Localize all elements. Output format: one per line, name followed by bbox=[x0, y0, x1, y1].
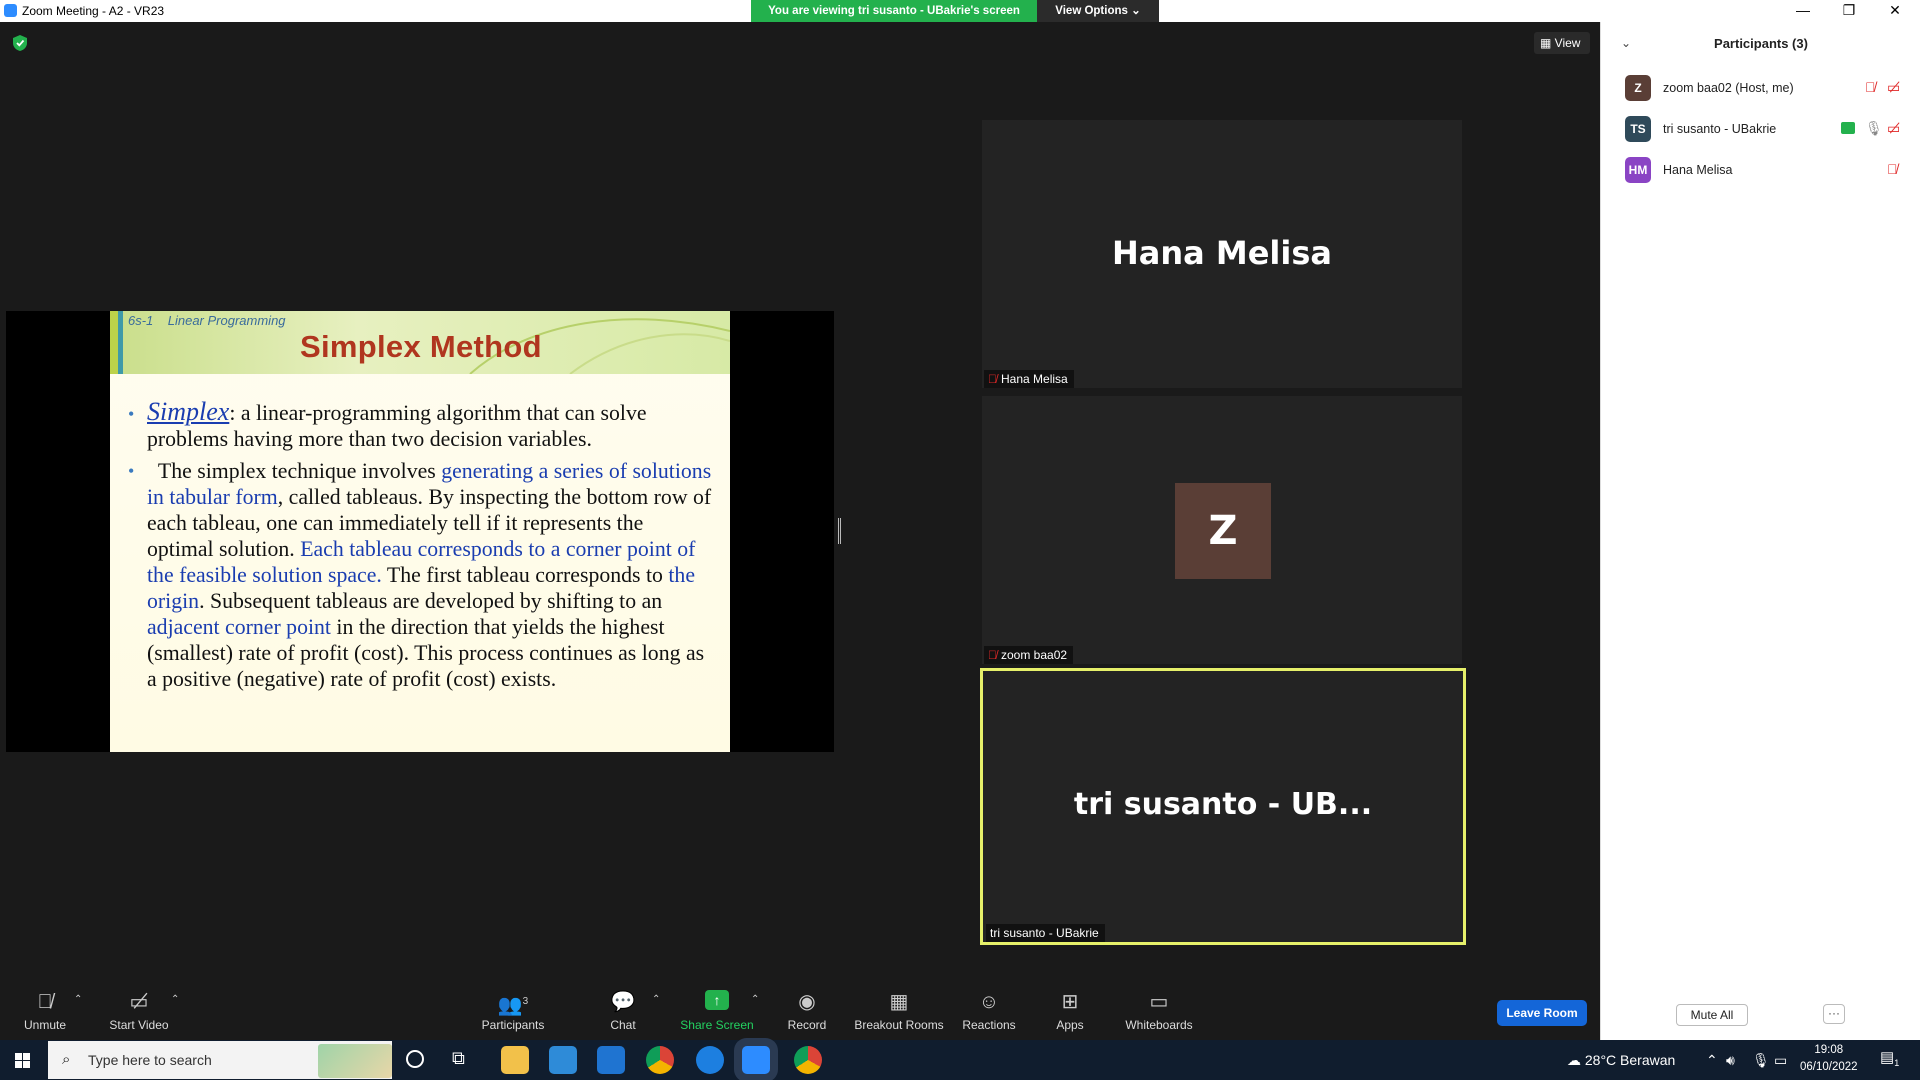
participant-row[interactable]: HM Hana Melisa 🎙̸ bbox=[1601, 151, 1920, 191]
participants-panel: ⌄ Participants (3) Z zoom baa02 (Host, m… bbox=[1600, 22, 1920, 1040]
mic-muted-icon[interactable]: 🎙̸ bbox=[1865, 79, 1876, 95]
breakout-rooms-button[interactable]: ▦ Breakout Rooms bbox=[852, 990, 946, 1032]
viewing-screen-banner: You are viewing tri susanto - UBakrie's … bbox=[751, 0, 1037, 22]
participants-header: Participants (3) bbox=[1714, 36, 1808, 51]
reactions-button[interactable]: ☺ Reactions bbox=[960, 990, 1018, 1032]
view-label: View bbox=[1554, 36, 1581, 50]
mic-icon[interactable]: 🎙 bbox=[1865, 120, 1883, 137]
search-icon: ⌕ bbox=[62, 1051, 71, 1068]
meeting-toolbar: 🎙̸ Unmute ⌃ ▭̸ Start Video ⌃ 👥3 Particip… bbox=[0, 982, 1600, 1040]
audio-options-caret-icon[interactable]: ⌃ bbox=[74, 994, 82, 1005]
participants-button[interactable]: 👥3 Participants bbox=[478, 990, 548, 1032]
breakout-grid-icon: ▦ bbox=[889, 991, 909, 1013]
participant-label: 🎙̸ zoom baa02 bbox=[984, 646, 1074, 664]
simplex-term-link: Simplex bbox=[147, 397, 230, 426]
mic-muted-icon: 🎙̸ bbox=[988, 372, 997, 386]
presentation-slide: 6s-1 Linear Programming Simplex Method •… bbox=[110, 311, 730, 752]
zoom-taskbar-icon[interactable] bbox=[742, 1046, 770, 1074]
teamviewer-icon[interactable] bbox=[696, 1046, 724, 1074]
start-video-button[interactable]: ▭̸ Start Video bbox=[104, 990, 174, 1032]
notification-center-icon[interactable]: ▤1 bbox=[1880, 1048, 1899, 1068]
participants-icon: 👥3 bbox=[497, 994, 529, 1017]
slide-body: • Simplex: a linear-programming algorith… bbox=[128, 399, 713, 692]
participant-name-large: tri susanto - UB... bbox=[1073, 787, 1373, 822]
avatar: TS bbox=[1625, 116, 1651, 142]
unmute-button[interactable]: 🎙̸ Unmute bbox=[20, 990, 70, 1032]
slide-code: 6s-1 Linear Programming bbox=[128, 313, 286, 328]
participant-avatar: Z bbox=[1175, 483, 1271, 579]
participant-row[interactable]: Z zoom baa02 (Host, me) 🎙̸ ▭̸ bbox=[1601, 69, 1920, 109]
chat-button[interactable]: 💬 Chat bbox=[606, 990, 640, 1032]
participant-label: tri susanto - UBakrie bbox=[986, 924, 1105, 942]
grid-view-icon: ▦ bbox=[1540, 36, 1555, 50]
slide-bullet-2: • The simplex technique involves generat… bbox=[128, 459, 712, 691]
participant-name: tri susanto - UBakrie bbox=[1663, 122, 1777, 136]
participant-row[interactable]: TS tri susanto - UBakrie 🎙 ▭̸ bbox=[1601, 110, 1920, 150]
speaker-icon[interactable]: 🔊︎ bbox=[1726, 1040, 1735, 1080]
cortana-icon[interactable] bbox=[406, 1050, 424, 1068]
avatar: HM bbox=[1625, 157, 1651, 183]
sharing-screen-icon bbox=[1841, 122, 1855, 134]
task-view-icon[interactable]: ⧉ bbox=[452, 1048, 465, 1069]
weather-widget[interactable]: ☁ 28°C Berawan bbox=[1567, 1040, 1675, 1080]
windows-start-icon[interactable] bbox=[0, 1040, 46, 1080]
share-arrow-icon: ↑ bbox=[705, 990, 729, 1010]
search-highlight-image bbox=[318, 1044, 392, 1078]
chrome-profile-icon[interactable] bbox=[794, 1046, 822, 1074]
mic-muted-icon[interactable]: 🎙̸ bbox=[1887, 161, 1898, 177]
chrome-icon[interactable] bbox=[646, 1046, 674, 1074]
record-button[interactable]: ◉ Record bbox=[782, 990, 832, 1032]
chat-bubble-icon: 💬 bbox=[610, 991, 636, 1013]
close-button[interactable]: ✕ bbox=[1872, 0, 1918, 22]
whiteboards-button[interactable]: ▭ Whiteboards bbox=[1120, 990, 1198, 1032]
minimize-button[interactable]: — bbox=[1780, 0, 1826, 22]
mic-muted-icon: 🎙̸ bbox=[988, 648, 997, 662]
restore-button[interactable]: ❐ bbox=[1826, 0, 1872, 22]
window-title: Zoom Meeting - A2 - VR23 bbox=[22, 4, 165, 18]
record-icon: ◉ bbox=[798, 991, 816, 1013]
mic-muted-icon: 🎙̸ bbox=[37, 991, 53, 1013]
slide-bullet-1: • Simplex: a linear-programming algorith… bbox=[128, 397, 647, 452]
share-options-caret-icon[interactable]: ⌃ bbox=[751, 994, 759, 1005]
microsoft-store-icon[interactable] bbox=[549, 1046, 577, 1074]
cloud-icon: ☁ bbox=[1567, 1052, 1585, 1068]
whiteboard-icon: ▭ bbox=[1149, 991, 1169, 1013]
video-tile-tri-susanto-active-speaker[interactable]: tri susanto - UB... tri susanto - UBakri… bbox=[980, 668, 1466, 945]
video-options-caret-icon[interactable]: ⌃ bbox=[171, 994, 179, 1005]
mail-icon[interactable] bbox=[597, 1046, 625, 1074]
video-off-icon[interactable]: ▭̸ bbox=[1887, 79, 1900, 96]
taskbar-clock[interactable]: 19:08 06/10/2022 bbox=[1800, 1042, 1858, 1076]
slide-accent-bar bbox=[110, 311, 118, 374]
participant-label: 🎙̸ Hana Melisa bbox=[984, 370, 1074, 388]
video-off-icon[interactable]: ▭̸ bbox=[1887, 120, 1900, 137]
slide-title: Simplex Method bbox=[300, 329, 542, 364]
view-layout-button[interactable]: ▦ View bbox=[1534, 32, 1590, 54]
mute-all-button[interactable]: Mute All bbox=[1676, 1004, 1748, 1026]
chat-options-caret-icon[interactable]: ⌃ bbox=[652, 994, 660, 1005]
reactions-smiley-icon: ☺ bbox=[978, 991, 1000, 1013]
avatar: Z bbox=[1625, 75, 1651, 101]
search-placeholder: Type here to search bbox=[88, 1052, 212, 1068]
slide-accent-bar-2 bbox=[118, 311, 123, 374]
view-options-button[interactable]: View Options ⌄ bbox=[1037, 0, 1159, 22]
apps-icon: ⊞ bbox=[1061, 991, 1079, 1013]
microphone-icon[interactable]: 🎙︎ bbox=[1752, 1040, 1770, 1080]
apps-button[interactable]: ⊞ Apps bbox=[1050, 990, 1090, 1032]
file-explorer-icon[interactable] bbox=[501, 1046, 529, 1074]
more-options-button[interactable]: ··· bbox=[1823, 1004, 1845, 1024]
video-off-icon: ▭̸ bbox=[129, 991, 149, 1013]
network-icon[interactable]: ▭ bbox=[1774, 1040, 1787, 1080]
participant-name-large: Hana Melisa bbox=[1111, 234, 1332, 272]
tray-overflow-chevron-icon[interactable]: ⌃ bbox=[1706, 1040, 1718, 1080]
share-screen-button[interactable]: ↑ Share Screen bbox=[680, 990, 754, 1032]
panel-splitter-handle[interactable] bbox=[838, 518, 841, 544]
encryption-shield-icon[interactable] bbox=[12, 34, 28, 52]
participant-name: Hana Melisa bbox=[1663, 163, 1733, 177]
video-tile-hana-melisa[interactable]: Hana Melisa 🎙̸ Hana Melisa bbox=[982, 120, 1462, 388]
zoom-logo-icon bbox=[4, 4, 17, 17]
participant-name: zoom baa02 (Host, me) bbox=[1663, 81, 1794, 95]
leave-room-button[interactable]: Leave Room bbox=[1497, 1000, 1587, 1026]
